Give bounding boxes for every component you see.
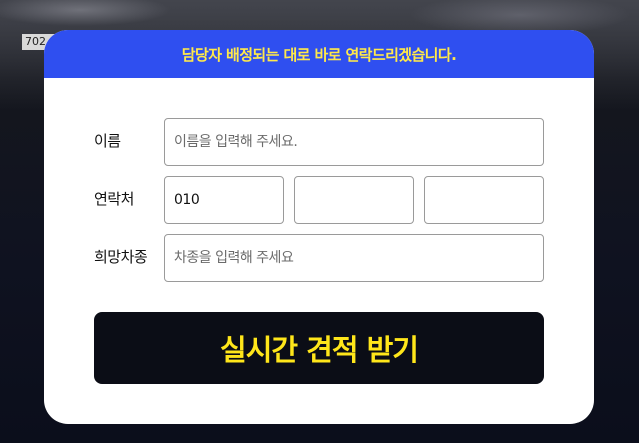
name-label: 이름 (94, 132, 121, 150)
name-input[interactable] (164, 118, 544, 166)
contact-notice-banner: 담당자 배정되는 대로 바로 연락드리겠습니다. (44, 30, 594, 78)
phone-part2-input[interactable] (294, 176, 414, 224)
phone-label: 연락처 (94, 190, 134, 208)
phone-row: 연락처 (44, 176, 594, 224)
phone-part3-input[interactable] (424, 176, 544, 224)
name-row: 이름 (44, 118, 594, 166)
quote-form-card: 담당자 배정되는 대로 바로 연락드리겠습니다. 이름 연락처 희망차종 실시간… (44, 30, 594, 424)
phone-part1-input[interactable] (164, 176, 284, 224)
get-quote-button[interactable]: 실시간 견적 받기 (94, 312, 544, 384)
car-model-label: 희망차종 (94, 248, 148, 266)
car-model-input[interactable] (164, 234, 544, 282)
car-model-row: 희망차종 (44, 234, 594, 282)
